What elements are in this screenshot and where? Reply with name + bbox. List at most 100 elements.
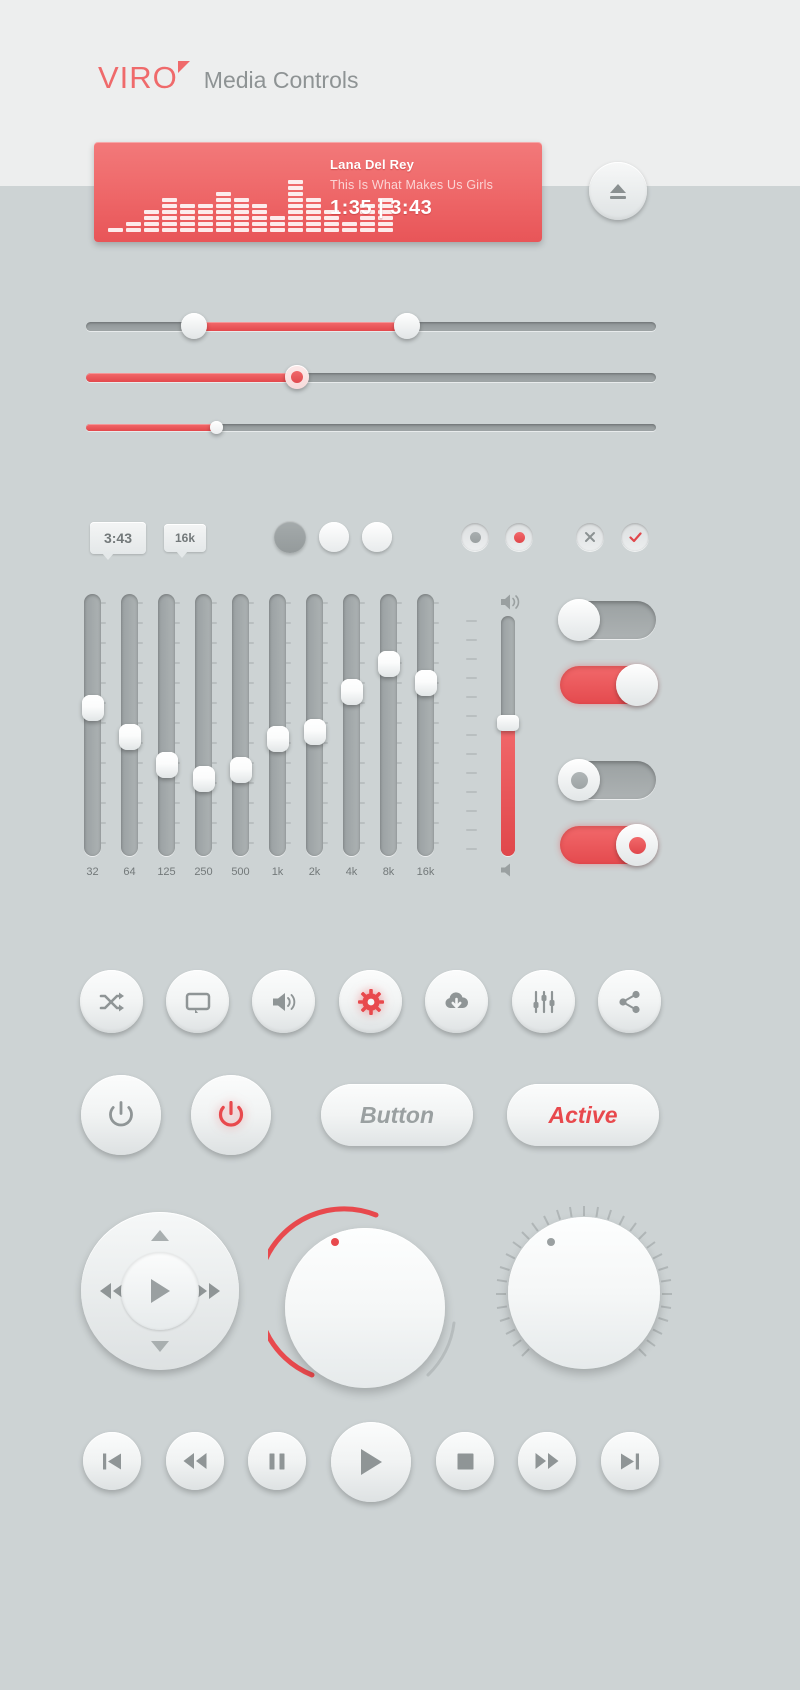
- radio-gray[interactable]: [461, 523, 489, 551]
- knob-tick: [496, 1293, 506, 1295]
- checkbox-cancel[interactable]: [576, 523, 604, 551]
- fast-forward-button[interactable]: [518, 1432, 576, 1490]
- time-tooltip: 3:43: [90, 522, 146, 560]
- play-icon: [151, 1279, 170, 1303]
- equalizer-band-handle[interactable]: [414, 669, 437, 696]
- ticked-knob-body[interactable]: [508, 1217, 660, 1369]
- download-button[interactable]: [425, 970, 488, 1033]
- equalizer-band-handle[interactable]: [118, 723, 141, 750]
- equalizer-band-label: 2k: [308, 866, 321, 878]
- equalizer-segment: [162, 228, 177, 232]
- toggle-ring-on[interactable]: [560, 824, 658, 866]
- equalizer-band-handle[interactable]: [340, 678, 363, 705]
- up-icon[interactable]: [151, 1230, 169, 1241]
- play-button[interactable]: [331, 1422, 411, 1502]
- toggle-knob[interactable]: [616, 824, 658, 866]
- dpad-control[interactable]: [81, 1212, 239, 1370]
- equalizer-band-track[interactable]: [158, 594, 175, 856]
- toggle-plain-on[interactable]: [560, 664, 658, 706]
- equalizer-band-track[interactable]: [195, 594, 212, 856]
- range-slider-handle-end[interactable]: [394, 313, 420, 339]
- knob-tick: [653, 1253, 663, 1260]
- gear-icon: [357, 988, 384, 1015]
- equalizer-band-handle[interactable]: [155, 752, 178, 779]
- toggle-knob-dot-icon: [628, 836, 646, 854]
- now-playing-display[interactable]: Lana Del Rey This Is What Makes Us Girls…: [94, 142, 542, 242]
- equalizer-bar: [306, 198, 321, 232]
- equalizer-segment: [270, 228, 285, 232]
- range-slider-handle-start[interactable]: [181, 313, 207, 339]
- equalizer-bar: [198, 204, 213, 232]
- pause-button[interactable]: [248, 1432, 306, 1490]
- equalizer-segment: [234, 222, 249, 226]
- equalizer-band-handle[interactable]: [377, 650, 400, 677]
- equalizer-band-track[interactable]: [343, 594, 360, 856]
- ticked-knob-indicator: [547, 1238, 555, 1246]
- knob-tick: [505, 1253, 515, 1260]
- equalizer-segment: [162, 222, 177, 226]
- knob-tick: [660, 1279, 672, 1283]
- equalizer-segment: [180, 204, 195, 208]
- settings-button[interactable]: [339, 970, 402, 1033]
- circle-selected[interactable]: [274, 521, 306, 553]
- stop-button[interactable]: [436, 1432, 494, 1490]
- repeat-button[interactable]: [166, 970, 229, 1033]
- circle-option-2[interactable]: [319, 522, 349, 552]
- share-button[interactable]: [598, 970, 661, 1033]
- volume-tick: [466, 848, 477, 850]
- equalizer-band-handle[interactable]: [266, 726, 289, 753]
- logo-text: VIRO: [98, 60, 190, 96]
- stop-icon: [457, 1453, 473, 1469]
- equalizer-band-track[interactable]: [232, 594, 249, 856]
- volume-fader-fill: [501, 722, 515, 856]
- equalizer-bar: [252, 204, 267, 232]
- power-off-button[interactable]: [81, 1075, 161, 1155]
- toggle-knob[interactable]: [558, 759, 600, 801]
- equalizer-band-track[interactable]: [269, 594, 286, 856]
- equalizer-band-handle[interactable]: [303, 719, 326, 746]
- volume-button[interactable]: [252, 970, 315, 1033]
- eject-button[interactable]: [589, 162, 647, 220]
- power-on-button[interactable]: [191, 1075, 271, 1155]
- default-button[interactable]: Button: [321, 1084, 473, 1146]
- equalizer-button[interactable]: [512, 970, 575, 1033]
- track-time: 1:35 | 3:43: [330, 197, 433, 219]
- down-icon[interactable]: [151, 1341, 169, 1352]
- equalizer-band-track[interactable]: [380, 594, 397, 856]
- volume-fader-handle[interactable]: [497, 715, 519, 731]
- equalizer-segment: [306, 210, 321, 214]
- equalizer-segment: [144, 216, 159, 220]
- rewind-button[interactable]: [166, 1432, 224, 1490]
- knob-tick: [512, 1241, 522, 1249]
- equalizer-band-handle[interactable]: [229, 756, 252, 783]
- equalizer-segment: [288, 186, 303, 190]
- shuffle-button[interactable]: [80, 970, 143, 1033]
- radio-red[interactable]: [505, 523, 533, 551]
- circle-option-3[interactable]: [362, 522, 392, 552]
- active-button[interactable]: Active: [507, 1084, 659, 1146]
- equalizer-segment: [108, 228, 123, 232]
- next-track-button[interactable]: [601, 1432, 659, 1490]
- toggle-plain-off[interactable]: [558, 599, 656, 641]
- dpad-center-play[interactable]: [121, 1252, 199, 1330]
- equalizer-segment: [162, 204, 177, 208]
- checkbox-confirm[interactable]: [621, 523, 649, 551]
- equalizer-band-handle[interactable]: [192, 766, 215, 793]
- equalizer-segment: [288, 198, 303, 202]
- equalizer-band-track[interactable]: [84, 594, 101, 856]
- volume-tick: [466, 677, 477, 679]
- share-icon: [618, 990, 640, 1013]
- equalizer-segment: [198, 216, 213, 220]
- progress-knob-body[interactable]: [285, 1228, 445, 1388]
- equalizer-band-handle[interactable]: [81, 695, 104, 722]
- equalizer-band-track[interactable]: [417, 594, 434, 856]
- active-button-label: Active: [548, 1101, 618, 1128]
- value-slider-handle[interactable]: [285, 365, 309, 389]
- knob-tick: [521, 1348, 530, 1357]
- thin-slider-handle[interactable]: [210, 421, 223, 434]
- previous-track-button[interactable]: [83, 1432, 141, 1490]
- toggle-knob[interactable]: [616, 664, 658, 706]
- toggle-ring-off[interactable]: [558, 759, 656, 801]
- toggle-knob[interactable]: [558, 599, 600, 641]
- knob-tick: [657, 1317, 668, 1323]
